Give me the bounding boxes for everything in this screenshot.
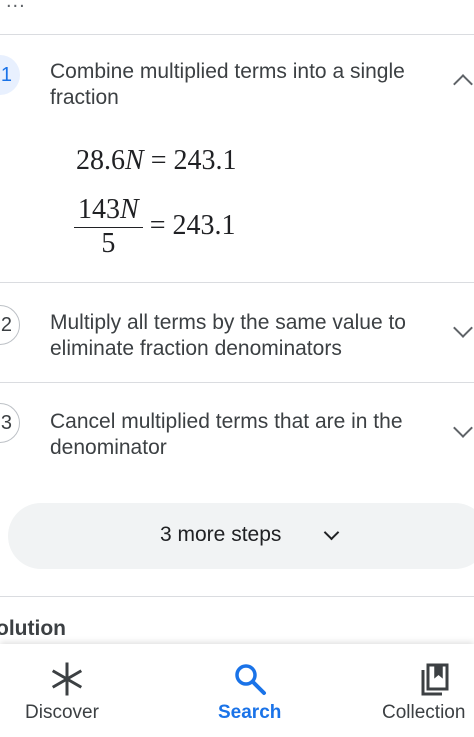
equation-line-2: 143N 5 = 243.1 xyxy=(74,195,235,260)
equation-rhs: 243.1 xyxy=(172,209,236,241)
chevron-down-icon[interactable] xyxy=(453,418,473,438)
step-title: Multiply all terms by the same value to … xyxy=(50,311,406,360)
equation-rhs: 243.1 xyxy=(173,145,237,176)
chevron-down-icon xyxy=(323,524,340,541)
step-2[interactable]: 2 Multiply all terms by the same value t… xyxy=(0,283,474,383)
numerator-coefficient: 143 xyxy=(78,194,120,225)
solution-heading: olution xyxy=(0,617,66,640)
step-number-badge: 2 xyxy=(0,305,20,345)
solution-steps-page: ... 1 Combine multiplied terms into a si… xyxy=(0,0,474,737)
nav-item-search[interactable]: Search xyxy=(190,644,310,737)
collections-bookmark-icon xyxy=(420,662,450,701)
fraction: 143N 5 xyxy=(74,195,143,260)
asterisk-icon xyxy=(50,662,84,701)
more-steps-label: 3 more steps xyxy=(160,523,282,546)
nav-item-discover[interactable]: Discover xyxy=(0,644,140,737)
nav-item-collection[interactable]: Collection xyxy=(370,644,474,737)
equation-equals: = xyxy=(149,209,166,241)
fraction-numerator: 143N xyxy=(74,195,143,228)
numerator-variable: N xyxy=(120,194,139,225)
equation-line-1: 28.6N = 243.1 xyxy=(76,145,236,177)
step-number-badge: 3 xyxy=(0,403,20,443)
nav-label-collection: Collection xyxy=(382,702,466,723)
divider xyxy=(0,596,474,597)
chevron-down-icon[interactable] xyxy=(453,318,473,338)
nav-label-search: Search xyxy=(218,702,282,723)
equation-coefficient: 28.6 xyxy=(76,145,125,176)
equation-variable: N xyxy=(125,145,144,176)
previous-section-text: ... xyxy=(6,0,26,12)
step-1[interactable]: 1 Combine multiplied terms into a single… xyxy=(0,35,474,283)
chevron-up-icon[interactable] xyxy=(453,74,473,94)
bottom-navigation-bar: Discover Search Collection xyxy=(0,644,474,737)
step-number-badge: 1 xyxy=(0,55,20,95)
previous-section-peek: ... xyxy=(0,0,474,35)
nav-label-discover: Discover xyxy=(25,702,99,723)
equation-equals: = xyxy=(150,145,167,176)
step-title: Cancel multiplied terms that are in the … xyxy=(50,410,403,459)
search-icon xyxy=(233,662,267,701)
step-3[interactable]: 3 Cancel multiplied terms that are in th… xyxy=(0,383,474,481)
step-title: Combine multiplied terms into a single f… xyxy=(50,60,405,109)
fraction-denominator: 5 xyxy=(101,228,116,259)
more-steps-button[interactable]: 3 more steps xyxy=(8,503,474,569)
